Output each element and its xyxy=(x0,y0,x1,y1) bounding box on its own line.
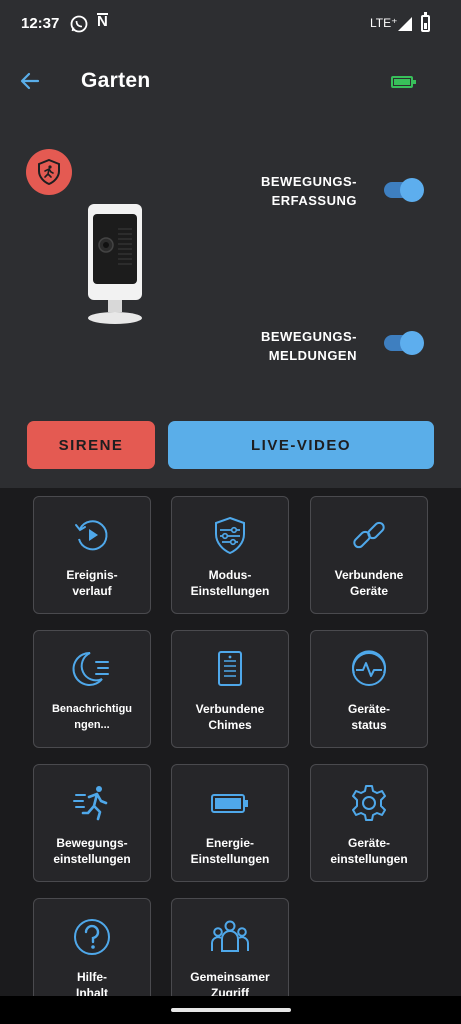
tile-label: Verbundene Chimes xyxy=(195,702,265,732)
group-icon xyxy=(211,920,249,952)
moon-notifications-icon xyxy=(72,651,109,686)
motion-alerts-label: BEWEGUNGS- MELDUNGEN xyxy=(261,329,357,363)
device-image xyxy=(88,204,142,324)
mode-settings-icon xyxy=(215,516,245,555)
live-video-button[interactable]: LIVE-VIDEO xyxy=(168,421,434,469)
battery-icon xyxy=(421,12,430,32)
motion-detection-toggle[interactable] xyxy=(384,178,424,202)
tile-mode-settings[interactable]: Modus- Einstellungen xyxy=(171,496,289,614)
tile-event-history[interactable]: Ereignis- verlauf xyxy=(33,496,151,614)
tile-device-status[interactable]: Geräte- status xyxy=(310,630,428,748)
network-type: LTE⁺ xyxy=(370,16,398,30)
whatsapp-icon xyxy=(70,15,88,33)
link-icon xyxy=(353,521,385,549)
chime-icon xyxy=(218,651,242,686)
pulse-icon xyxy=(352,650,386,686)
tile-label: Modus- Einstellungen xyxy=(190,568,270,598)
tile-label: Geräte- status xyxy=(347,702,391,732)
battery-full-icon[interactable] xyxy=(391,76,416,88)
app-bar: Garten xyxy=(0,55,461,111)
gear-icon xyxy=(352,785,386,821)
tile-label: Bewegungs- einstellungen xyxy=(53,836,131,866)
status-time: 12:37 xyxy=(21,15,60,32)
running-person-icon xyxy=(73,786,108,821)
motion-alerts-toggle[interactable] xyxy=(384,331,424,355)
toggle-knob xyxy=(400,331,424,355)
mode-badge[interactable] xyxy=(26,149,72,195)
status-bar: 12:37 N LTE⁺ xyxy=(0,0,461,50)
tile-label: Energie- Einstellungen xyxy=(190,836,270,866)
battery-icon xyxy=(211,794,248,813)
tile-label: Ereignis- verlauf xyxy=(66,568,118,598)
tile-label: Geräte- einstellungen xyxy=(330,836,408,866)
tile-linked-devices[interactable]: Verbundene Geräte xyxy=(310,496,428,614)
help-icon xyxy=(74,919,110,955)
tile-label: Benachrichtigu ngen... xyxy=(51,703,133,731)
arrow-left-icon[interactable] xyxy=(18,69,42,93)
history-icon xyxy=(75,520,108,551)
page-title: Garten xyxy=(81,69,151,92)
toggle-knob xyxy=(400,178,424,202)
tile-energy-settings[interactable]: Energie- Einstellungen xyxy=(171,764,289,882)
motion-detection-label: BEWEGUNGS- ERFASSUNG xyxy=(261,174,357,208)
tile-motion-settings[interactable]: Bewegungs- einstellungen xyxy=(33,764,151,882)
home-gesture-handle[interactable] xyxy=(171,1008,291,1012)
siren-button[interactable]: SIRENE xyxy=(27,421,155,469)
tile-notifications[interactable]: Benachrichtigu ngen... xyxy=(33,630,151,748)
tile-device-settings[interactable]: Geräte- einstellungen xyxy=(310,764,428,882)
shield-motion-icon xyxy=(38,159,60,185)
tile-linked-chimes[interactable]: Verbundene Chimes xyxy=(171,630,289,748)
n-icon: N xyxy=(97,13,108,30)
tile-label: Verbundene Geräte xyxy=(334,568,404,598)
signal-icon xyxy=(398,17,412,31)
